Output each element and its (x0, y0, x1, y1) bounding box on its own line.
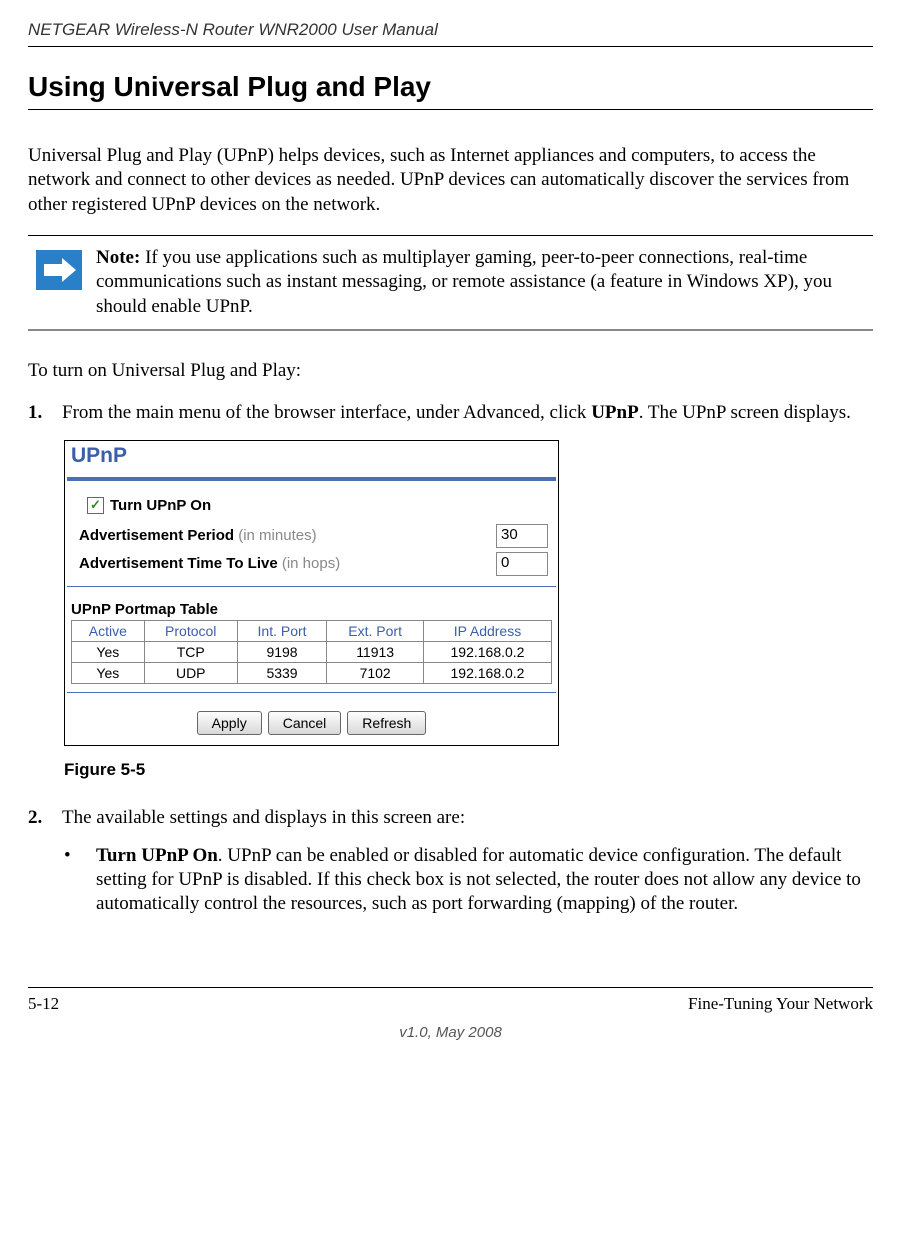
sub-step-turn-on: • Turn UPnP On. UPnP can be enabled or d… (64, 844, 873, 917)
th-extport: Ext. Port (327, 620, 424, 641)
portmap-table-label: UPnP Portmap Table (65, 595, 558, 620)
adv-ttl-input[interactable]: 0 (496, 552, 548, 576)
intro-paragraph: Universal Plug and Play (UPnP) helps dev… (28, 144, 873, 217)
th-protocol: Protocol (144, 620, 237, 641)
cell-protocol: TCP (144, 641, 237, 662)
step-2: 2. The available settings and displays i… (28, 806, 873, 830)
table-row: Yes UDP 5339 7102 192.168.0.2 (72, 662, 552, 683)
note-text: Note: If you use applications such as mu… (96, 246, 865, 319)
th-intport: Int. Port (237, 620, 327, 641)
cell-extport: 11913 (327, 641, 424, 662)
footer-section: Fine-Tuning Your Network (688, 994, 873, 1014)
step-1: 1. From the main menu of the browser int… (28, 401, 873, 425)
sub-step-content: Turn UPnP On. UPnP can be enabled or dis… (96, 844, 873, 917)
th-ip: IP Address (423, 620, 551, 641)
upnp-panel-title: UPnP (65, 441, 558, 469)
cell-intport: 5339 (237, 662, 327, 683)
step-2-content: The available settings and displays in t… (62, 806, 873, 830)
upnp-bottom-divider (67, 692, 556, 693)
adv-period-suffix: (in minutes) (234, 527, 317, 544)
turn-upnp-on-checkbox[interactable]: ✓ (87, 497, 104, 514)
apply-button[interactable]: Apply (197, 711, 262, 735)
section-heading: Using Universal Plug and Play (28, 71, 873, 103)
upnp-screenshot: UPnP ✓ Turn UPnP On Advertisement Period… (64, 440, 559, 746)
sub-bullet: • (64, 844, 96, 917)
adv-ttl-label: Advertisement Time To Live (79, 555, 278, 572)
cell-extport: 7102 (327, 662, 424, 683)
cell-ip: 192.168.0.2 (423, 641, 551, 662)
adv-period-label: Advertisement Period (79, 527, 234, 544)
step-1-text-a: From the main menu of the browser interf… (62, 402, 591, 423)
note-label: Note: (96, 247, 140, 268)
steps-lead: To turn on Universal Plug and Play: (28, 359, 873, 383)
note-body: If you use applications such as multipla… (96, 247, 832, 317)
section-underline (28, 109, 873, 110)
step-1-number: 1. (28, 401, 62, 425)
header-rule (28, 46, 873, 47)
table-header-row: Active Protocol Int. Port Ext. Port IP A… (72, 620, 552, 641)
step-1-upnp: UPnP (591, 402, 639, 423)
cell-active: Yes (72, 641, 145, 662)
table-row: Yes TCP 9198 11913 192.168.0.2 (72, 641, 552, 662)
upnp-title-divider (67, 477, 556, 481)
cell-ip: 192.168.0.2 (423, 662, 551, 683)
step-2-number: 2. (28, 806, 62, 830)
doc-header-title: NETGEAR Wireless-N Router WNR2000 User M… (28, 20, 873, 40)
footer-version: v1.0, May 2008 (28, 1024, 873, 1041)
step-1-content: From the main menu of the browser interf… (62, 401, 873, 425)
footer-rule (28, 987, 873, 988)
cell-intport: 9198 (237, 641, 327, 662)
figure-caption: Figure 5-5 (64, 760, 873, 780)
footer-page-number: 5-12 (28, 994, 59, 1014)
refresh-button[interactable]: Refresh (347, 711, 426, 735)
cancel-button[interactable]: Cancel (268, 711, 342, 735)
adv-period-input[interactable]: 30 (496, 524, 548, 548)
turn-upnp-on-label: Turn UPnP On (110, 497, 211, 514)
page-footer: 5-12 Fine-Tuning Your Network v1.0, May … (0, 987, 901, 1041)
upnp-mid-divider (67, 586, 556, 587)
portmap-table: Active Protocol Int. Port Ext. Port IP A… (71, 620, 552, 684)
adv-ttl-suffix: (in hops) (278, 555, 341, 572)
sub-step-bold: Turn UPnP On (96, 845, 218, 866)
note-arrow-icon (36, 250, 82, 290)
cell-protocol: UDP (144, 662, 237, 683)
turn-upnp-on-row: ✓ Turn UPnP On (65, 495, 558, 522)
th-active: Active (72, 620, 145, 641)
adv-ttl-row: Advertisement Time To Live (in hops) 0 (65, 550, 558, 578)
cell-active: Yes (72, 662, 145, 683)
adv-period-row: Advertisement Period (in minutes) 30 (65, 522, 558, 550)
step-1-text-c: . The UPnP screen displays. (639, 402, 851, 423)
button-row: Apply Cancel Refresh (65, 701, 558, 745)
note-box: Note: If you use applications such as mu… (28, 235, 873, 331)
